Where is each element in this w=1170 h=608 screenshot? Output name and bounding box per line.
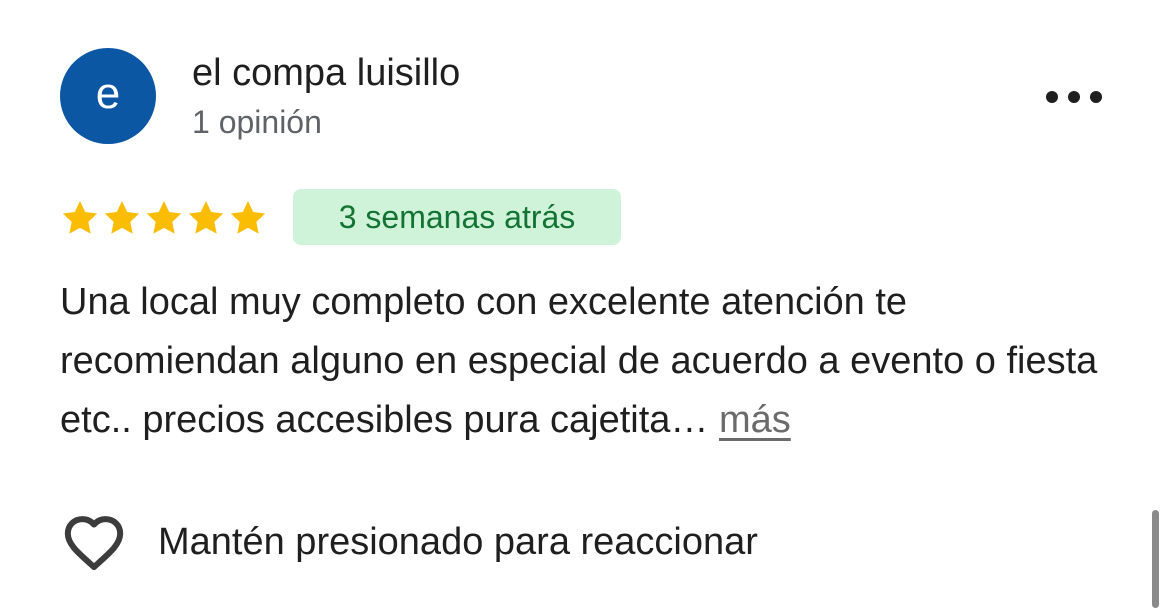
scrollbar-thumb[interactable] [1152, 510, 1159, 608]
star-icon [188, 201, 224, 234]
star-icon [146, 201, 182, 234]
more-dot [1068, 91, 1080, 103]
star-icon [104, 201, 140, 234]
more-options-icon[interactable] [1046, 84, 1102, 110]
reviewer-name[interactable]: el compa luisillo [192, 52, 460, 95]
star-rating [60, 196, 268, 240]
review-text: Una local muy completo con excelente ate… [60, 273, 1130, 450]
more-dot [1046, 91, 1058, 103]
react-button[interactable]: Mantén presionado para reaccionar [60, 510, 758, 574]
avatar[interactable]: e [60, 48, 156, 144]
review-count: 1 opinión [192, 104, 322, 140]
time-ago-badge: 3 semanas atrás [293, 189, 621, 245]
more-dot [1090, 91, 1102, 103]
star-icon [230, 201, 266, 234]
avatar-initial: e [95, 69, 121, 118]
star-icon [62, 201, 98, 234]
review-body: Una local muy completo con excelente ate… [60, 281, 1098, 441]
heart-outline-icon [64, 516, 124, 571]
react-label: Mantén presionado para reaccionar [158, 520, 758, 563]
review-card: e el compa luisillo 1 opinión 3 semanas … [0, 0, 1170, 608]
more-link[interactable]: más [719, 399, 791, 441]
